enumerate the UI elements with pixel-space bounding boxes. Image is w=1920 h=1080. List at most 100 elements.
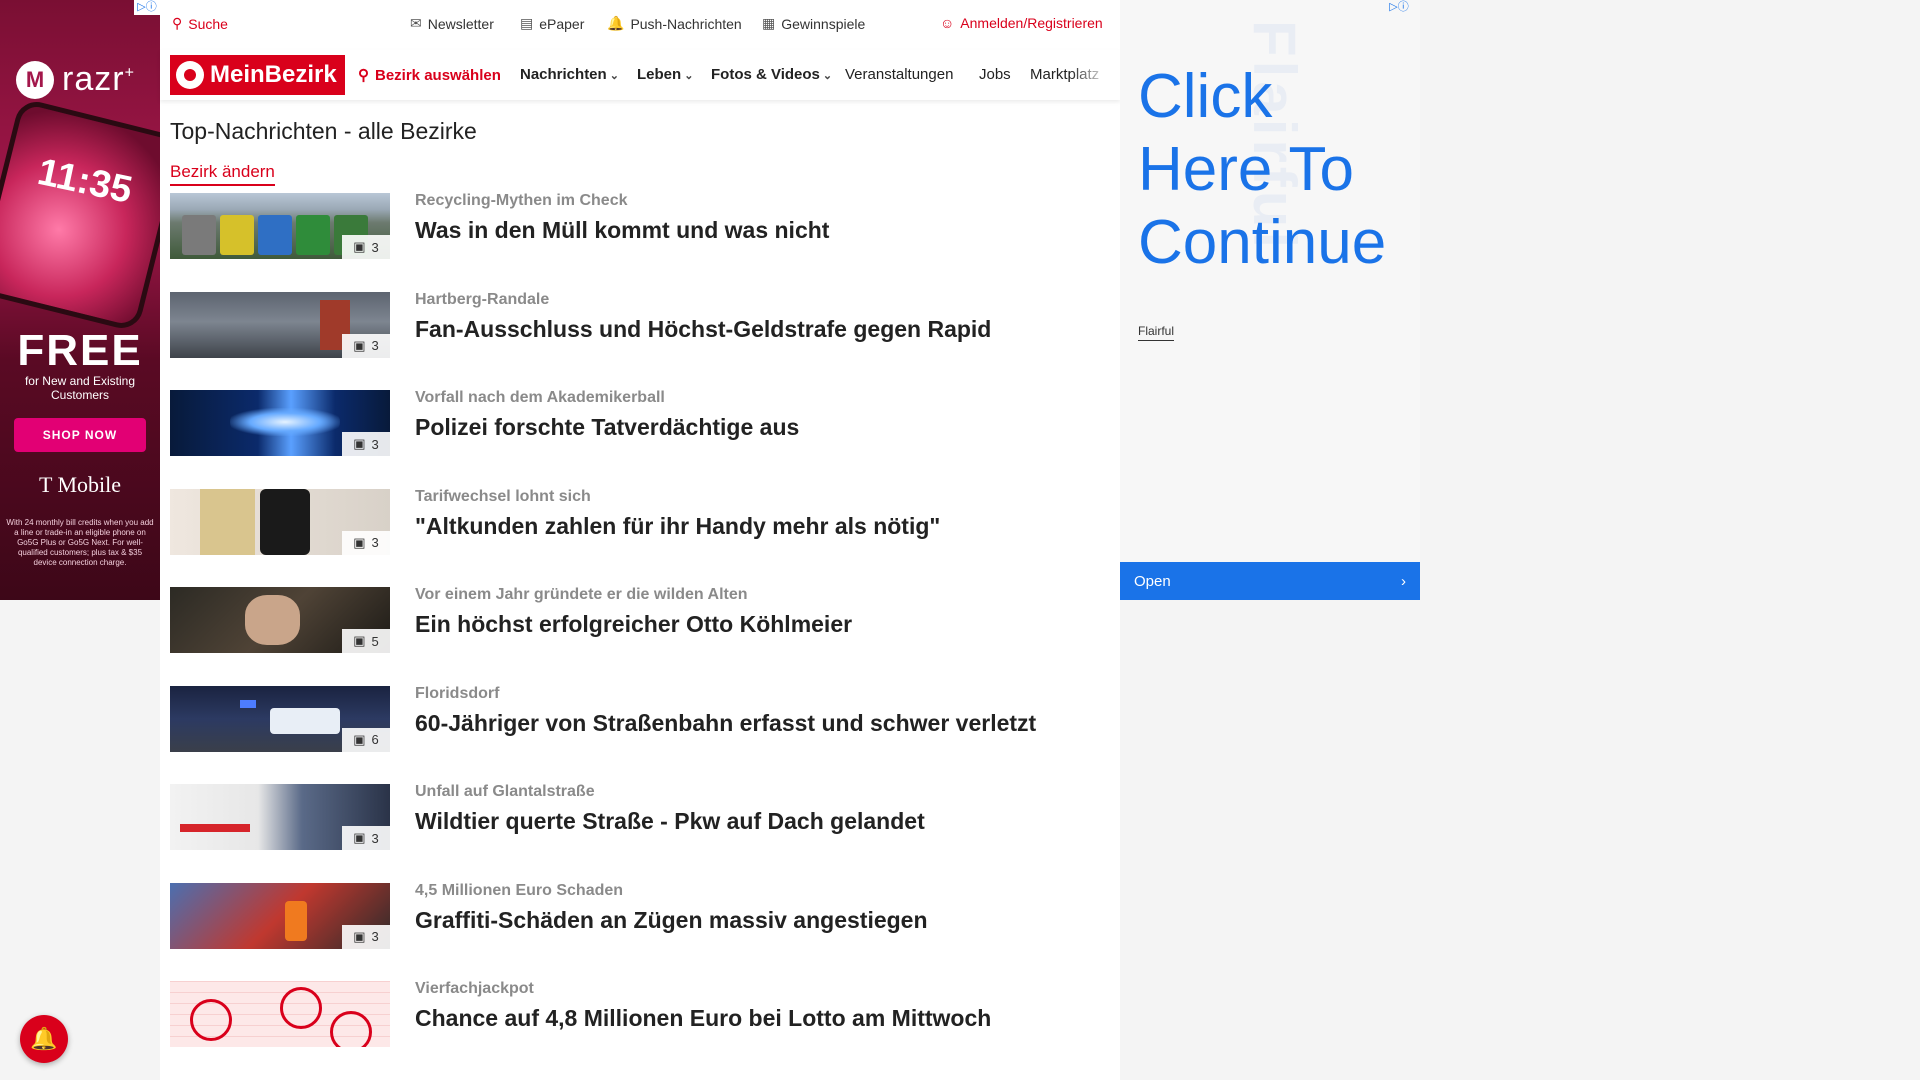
nav-item-fotos-videos[interactable]: Fotos & Videos ⌄ xyxy=(711,66,832,83)
list-item[interactable]: Vierfachjackpot Chance auf 4,8 Millionen… xyxy=(170,980,1110,1079)
gallery-count-value: 3 xyxy=(371,338,379,353)
article-kicker: Tarifwechsel lohnt sich xyxy=(415,487,591,505)
ad-cta-text[interactable]: Click Here To Continue xyxy=(1138,60,1386,279)
nav-item-jobs[interactable]: Jobs xyxy=(979,66,1011,83)
image-gallery-icon: ▣ xyxy=(353,633,366,648)
nav-item-veranstaltungen[interactable]: Veranstaltungen xyxy=(845,66,953,83)
ad-fine-print: With 24 monthly bill credits when you ad… xyxy=(6,518,154,567)
list-item[interactable]: ▣ 3 Tarifwechsel lohnt sich "Altkunden za… xyxy=(170,488,1110,587)
article-thumbnail[interactable]: ▣ 3 xyxy=(170,291,390,358)
list-item[interactable]: ▣ 3 Vorfall nach dem Akademikerball Poliz… xyxy=(170,389,1110,488)
article-headline[interactable]: Fan-Ausschluss und Höchst-Geldstrafe geg… xyxy=(415,316,991,343)
newsletter-label: Newsletter xyxy=(427,15,494,32)
article-kicker: 4,5 Millionen Euro Schaden xyxy=(415,881,624,899)
article-headline[interactable]: Chance auf 4,8 Millionen Euro bei Lotto … xyxy=(415,1005,991,1032)
gallery-count-value: 3 xyxy=(371,929,379,944)
ad-carrier-logo: T Mobile xyxy=(38,472,122,497)
article-thumbnail[interactable]: ▣ 3 xyxy=(170,784,390,850)
article-list: ▣ 3 Recycling-Mythen im Check Was in den … xyxy=(170,192,1110,1079)
ad-shop-now-button[interactable]: SHOP NOW xyxy=(14,418,146,452)
games-link[interactable]: ▦ Gewinnspiele xyxy=(762,15,865,32)
image-gallery-icon: ▣ xyxy=(353,928,366,944)
location-pin-icon: ⚲ xyxy=(358,67,369,84)
right-ad[interactable]: ▷ⓘ Flairful Click Here To Continue Flair… xyxy=(1120,0,1420,600)
article-headline[interactable]: Was in den Müll kommt und was nicht xyxy=(415,217,829,244)
push-notification-bell-button[interactable]: 🔔 xyxy=(20,1015,68,1063)
ad-phone-time: 11:35 xyxy=(33,150,136,212)
article-kicker: Vierfachjackpot xyxy=(415,980,534,997)
article-thumbnail[interactable] xyxy=(170,981,390,1047)
list-item[interactable]: ▣ 6 Floridsdorf 60-Jähriger von Straßenba… xyxy=(170,685,1110,784)
search-link[interactable]: ⚲ Suche xyxy=(172,15,228,32)
image-gallery-icon: ▣ xyxy=(353,436,366,451)
list-item[interactable]: ▣ 3 Unfall auf Glantalstraße Wildtier que… xyxy=(170,783,1110,882)
ad-open-label: Open xyxy=(1134,572,1171,590)
ad-open-button[interactable]: Open › xyxy=(1120,562,1420,600)
site-logo[interactable]: MeinBezirk xyxy=(170,55,345,95)
portrait-image xyxy=(245,595,300,645)
nav-scroll-fade xyxy=(1070,50,1120,100)
ad-choices-icon[interactable]: ▷ⓘ xyxy=(134,0,160,15)
worker-image xyxy=(285,900,307,941)
article-thumbnail[interactable]: ▣ 3 xyxy=(170,193,390,259)
chevron-down-icon: ⌄ xyxy=(609,70,619,82)
games-label: Gewinnspiele xyxy=(781,15,866,32)
article-thumbnail[interactable]: ▣ 3 xyxy=(170,488,390,555)
article-headline[interactable]: Polizei forschte Tatverdächtige aus xyxy=(415,414,799,441)
image-gallery-icon: ▣ xyxy=(353,337,366,353)
image-gallery-icon: ▣ xyxy=(353,830,366,845)
push-label: Push-Nachrichten xyxy=(630,15,742,32)
ad-headline: FREE xyxy=(17,326,143,375)
list-item[interactable]: ▣ 3 Recycling-Mythen im Check Was in den … xyxy=(170,192,1110,291)
select-district-button[interactable]: ⚲ Bezirk auswählen xyxy=(358,66,501,85)
search-label: Suche xyxy=(188,15,228,32)
nav-item-nachrichten[interactable]: Nachrichten ⌄ xyxy=(520,66,619,83)
article-headline[interactable]: Ein höchst erfolgreicher Otto Köhlmeier xyxy=(415,611,852,638)
change-district-link[interactable]: Bezirk ändern xyxy=(170,162,275,186)
mail-icon: ✉ xyxy=(410,15,422,31)
gallery-count: ▣ 3 xyxy=(342,235,390,259)
lotto-number-image xyxy=(330,1011,372,1047)
article-headline[interactable]: Wildtier querte Straße - Pkw auf Dach ge… xyxy=(415,808,925,835)
nav-item-leben[interactable]: Leben ⌄ xyxy=(637,66,693,83)
article-thumbnail[interactable]: ▣ 6 xyxy=(170,685,390,752)
article-thumbnail[interactable]: ▣ 3 xyxy=(170,390,390,456)
bell-icon: 🔔 xyxy=(607,15,625,31)
gallery-count: ▣ 3 xyxy=(342,432,390,456)
epaper-link[interactable]: ▤ ePaper xyxy=(520,15,584,32)
bell-icon: 🔔 xyxy=(30,1026,58,1051)
article-kicker: Vor einem Jahr gründete er die wilden Al… xyxy=(415,586,748,603)
ad-sponsor-link[interactable]: Flairful xyxy=(1138,324,1175,341)
page-title: Top-Nachrichten - alle Bezirke xyxy=(170,118,477,144)
ad-choices-icon[interactable]: ▷ⓘ xyxy=(1386,0,1412,15)
gallery-count: ▣ 3 xyxy=(342,530,390,555)
article-thumbnail[interactable]: ▣ 3 xyxy=(170,882,390,949)
article-headline[interactable]: Graffiti-Schäden an Zügen massiv angesti… xyxy=(415,907,928,934)
gallery-count: ▣ 3 xyxy=(342,924,390,949)
left-skyscraper-ad[interactable]: ▷ⓘ M razr+ 11:35 FREE for New and Existi… xyxy=(0,0,160,600)
push-notifications-link[interactable]: 🔔 Push-Nachrichten xyxy=(607,15,742,32)
article-kicker: Recycling-Mythen im Check xyxy=(415,192,628,209)
nav-label: Veranstaltungen xyxy=(845,66,954,83)
article-headline[interactable]: "Altkunden zahlen für ihr Handy mehr als… xyxy=(415,513,940,540)
article-headline[interactable]: 60-Jähriger von Straßenbahn erfasst und … xyxy=(415,710,1036,737)
list-item[interactable]: ▣ 3 Hartberg-Randale Fan-Ausschluss und H… xyxy=(170,291,1110,390)
login-link[interactable]: ☺ Anmelden/Registrieren xyxy=(940,15,1103,31)
newsletter-link[interactable]: ✉ Newsletter xyxy=(410,15,494,32)
list-item[interactable]: ▣ 5 Vor einem Jahr gründete er die wilden… xyxy=(170,586,1110,685)
nav-label: Leben xyxy=(637,66,682,83)
ad-phone-image: 11:35 xyxy=(0,97,160,333)
list-item[interactable]: ▣ 3 4,5 Millionen Euro Schaden Graffiti-S… xyxy=(170,882,1110,981)
gift-icon: ▦ xyxy=(762,15,776,31)
ad-brand: M razr+ xyxy=(16,60,135,99)
gallery-count-value: 3 xyxy=(371,830,379,846)
lotto-number-image xyxy=(280,987,322,1029)
gallery-count-value: 6 xyxy=(371,732,379,747)
gallery-count-value: 3 xyxy=(371,436,379,452)
motorola-logo-icon: M xyxy=(16,60,54,99)
user-icon: ☺ xyxy=(940,15,955,31)
nav-label: Jobs xyxy=(979,66,1011,83)
chevron-down-icon: ⌄ xyxy=(684,70,694,82)
nav-label: Fotos & Videos xyxy=(711,66,820,83)
article-thumbnail[interactable]: ▣ 5 xyxy=(170,587,390,653)
